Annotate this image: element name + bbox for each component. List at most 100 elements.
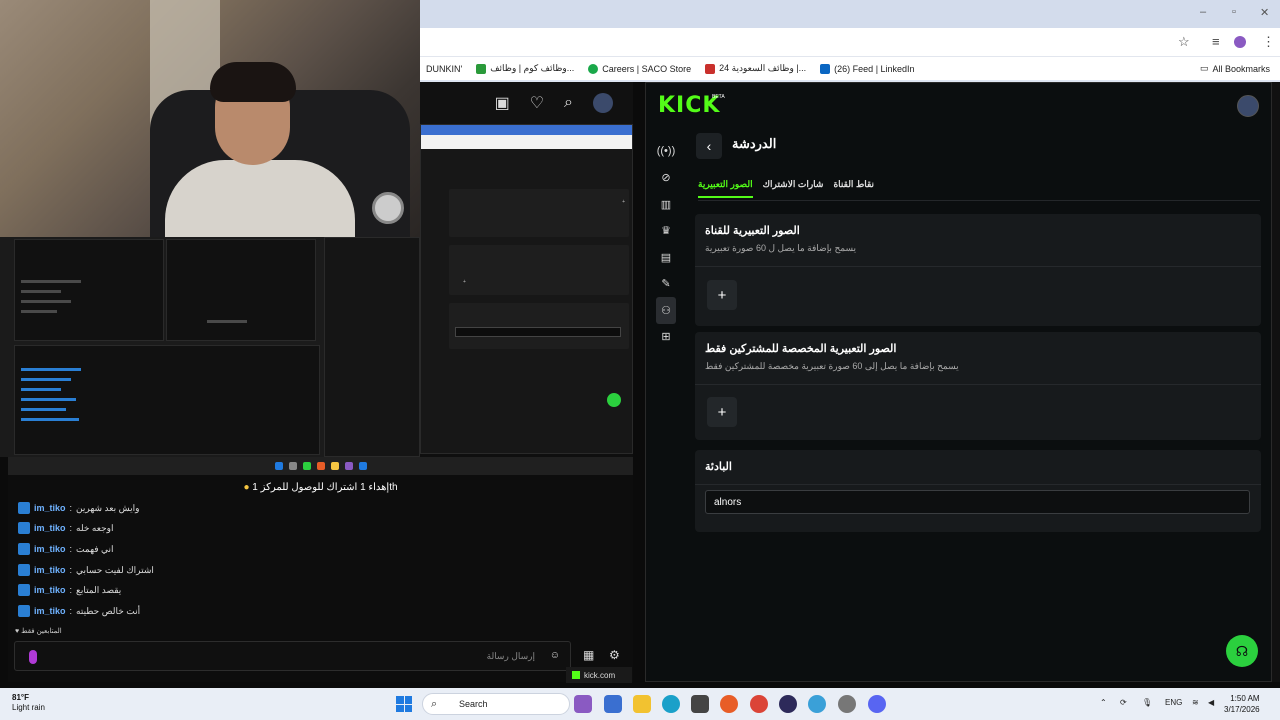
folder-icon: ▭ (1199, 63, 1209, 73)
media-icon[interactable]: ≡ (1212, 34, 1220, 49)
chrome-icon[interactable] (750, 695, 768, 713)
avatar[interactable] (593, 93, 613, 113)
emoji-icon[interactable]: ☺ (550, 650, 560, 661)
screen-preview-mosaic (0, 237, 420, 457)
windows-taskbar: 81°F Light rain ⌕ Search ⌃ ⟳ 🎙 ENG ≋ ◀ 1… (0, 688, 1280, 720)
close-icon[interactable]: ✕ (1260, 6, 1269, 19)
support-headset-icon[interactable]: ☊ (1226, 635, 1258, 667)
bookmark-item[interactable]: Careers | SACO Store (588, 63, 691, 74)
mini-taskbar (8, 457, 633, 475)
teams-icon[interactable] (604, 695, 622, 713)
windows-start-icon[interactable] (396, 696, 412, 712)
wifi-icon[interactable]: ≋ (1192, 698, 1199, 707)
page-gutter (1272, 82, 1280, 682)
store-icon[interactable] (691, 695, 709, 713)
mirrored-stream-panel: ▣ ♡ ⌕ + + (420, 82, 633, 457)
webcam-feed (0, 0, 420, 237)
chat-message: im_tiko: يقصد المتابع (18, 584, 121, 596)
search-icon: ⌕ (431, 698, 438, 710)
edge-icon[interactable] (662, 695, 680, 713)
chat-message: im_tiko: اوجعه خله (18, 522, 113, 534)
add-sub-emote-button[interactable]: + (707, 397, 737, 427)
obs-icon[interactable] (779, 695, 797, 713)
mini-sub-emote-card: + (449, 245, 629, 295)
settings-app-icon[interactable] (838, 695, 856, 713)
menu-icon[interactable]: ⋮ (1262, 34, 1275, 50)
restore-icon[interactable]: ▫ (1232, 6, 1236, 18)
trophy-icon[interactable]: ♛ (656, 218, 676, 245)
kick-favicon-icon (572, 671, 580, 679)
mini-emote-card: + (449, 189, 629, 237)
chat-message: im_tiko: أنت خالص حطيته (18, 605, 140, 617)
firefox-icon[interactable] (720, 695, 738, 713)
kick-tab[interactable]: kick.com (566, 667, 632, 683)
tab-divider (698, 200, 1260, 201)
followers-only-label: ♥ المتابعين فقط (15, 628, 62, 635)
prefix-input[interactable]: alnors (705, 490, 1250, 514)
gift-button-icon[interactable]: ▦ (583, 648, 594, 662)
weather-widget[interactable]: 81°F Light rain (12, 693, 45, 713)
address-bar[interactable]: ☆ ≡ ⋮ (420, 28, 1280, 56)
bookmark-item[interactable]: DUNKIN' (426, 64, 462, 74)
mini-bio-card (449, 303, 629, 349)
avatar[interactable] (1237, 95, 1259, 117)
beta-label: BETA (712, 94, 725, 100)
all-bookmarks[interactable]: ▭ All Bookmarks (1200, 63, 1270, 74)
streamer-hair (210, 62, 296, 102)
copilot-icon[interactable] (574, 695, 592, 713)
minimize-icon[interactable]: – (1200, 6, 1206, 18)
taskbar-search[interactable]: ⌕ Search (422, 693, 570, 715)
file-explorer-icon[interactable] (633, 695, 651, 713)
wrench-icon[interactable]: ✎ (656, 271, 676, 298)
tab-channel-points[interactable]: نقاط القناة (833, 179, 874, 198)
preview-chat-tile (14, 345, 320, 455)
mic-tray-icon[interactable]: 🎙 (1142, 698, 1152, 707)
clips-icon[interactable]: ▣ (495, 93, 510, 113)
payout-icon[interactable]: ⊞ (656, 324, 676, 351)
chat-input[interactable]: إرسال رسالة ☺ (14, 641, 571, 671)
add-emote-button[interactable]: + (707, 280, 737, 310)
chat-message: im_tiko: اني فهمت (18, 543, 114, 555)
bookmarks-bar: DUNKIN' وظائف كوم | وظائف... Careers | S… (420, 56, 1280, 80)
back-button[interactable]: ‹ (696, 133, 722, 159)
card-description: يسمح بإضافة ما يصل ل 60 صورة تعبيرية (705, 243, 856, 253)
chevron-up-icon[interactable]: ⌃ (1100, 698, 1107, 707)
taskbar-clock[interactable]: 1:50 AM 3/17/2026 (1224, 693, 1260, 715)
live-icon[interactable]: ((•)) (656, 138, 676, 165)
chrome-profile-icon[interactable] (808, 695, 826, 713)
user-badge-icon (18, 502, 30, 514)
heart-icon: ♥ (15, 628, 20, 635)
page-title: الدردشة (732, 136, 777, 151)
prefix-card: البادئة alnors (695, 450, 1261, 532)
gift-icon: ● (243, 482, 250, 493)
chevron-left-icon: ‹ (706, 138, 712, 154)
search-icon[interactable]: ⌕ (564, 94, 573, 112)
community-icon[interactable]: ⚇ (656, 297, 676, 324)
streamer-body (165, 160, 355, 237)
bookmark-star-icon[interactable]: ☆ (1178, 34, 1190, 50)
refresh-icon[interactable]: ⟳ (1120, 698, 1127, 707)
profile-icon[interactable] (1234, 36, 1246, 48)
nested-browser: + + (420, 124, 633, 454)
heart-icon[interactable]: ♡ (530, 93, 544, 113)
link-icon[interactable]: ⊘ (656, 165, 676, 192)
analytics-icon[interactable]: ▥ (656, 191, 676, 218)
user-badge-icon (18, 522, 30, 534)
bookmark-item[interactable]: وظائف السعودية 24 |... (705, 63, 806, 74)
gear-icon[interactable]: ⚙ (609, 648, 620, 662)
video-icon[interactable]: ▤ (656, 244, 676, 271)
bookmark-item[interactable]: (26) Feed | LinkedIn (820, 63, 915, 74)
pinned-message: ● إهداء 1 اشتراك للوصول للمركز 1th (243, 482, 398, 493)
user-badge-icon (18, 605, 30, 617)
discord-icon[interactable] (868, 695, 886, 713)
chat-message: im_tiko: اشتراك لفيت حسابي (18, 564, 154, 576)
stream-chat: ● إهداء 1 اشتراك للوصول للمركز 1th im_ti… (8, 457, 633, 682)
tab-sub-badges[interactable]: شارات الاشتراك (763, 179, 824, 198)
tab-emotes[interactable]: الصور التعبيرية (698, 179, 753, 198)
settings-tabs: الصور التعبيرية شارات الاشتراك نقاط القن… (698, 179, 874, 198)
mic-icon[interactable] (29, 650, 37, 664)
bookmark-item[interactable]: وظائف كوم | وظائف... (476, 63, 574, 74)
volume-icon[interactable]: ◀ (1208, 698, 1214, 707)
kick-dashboard: KICK BETA ((•)) ⊘ ▥ ♛ ▤ ✎ ⚇ ⊞ ‹ الدردشة … (645, 82, 1272, 682)
language-indicator[interactable]: ENG (1165, 698, 1182, 707)
